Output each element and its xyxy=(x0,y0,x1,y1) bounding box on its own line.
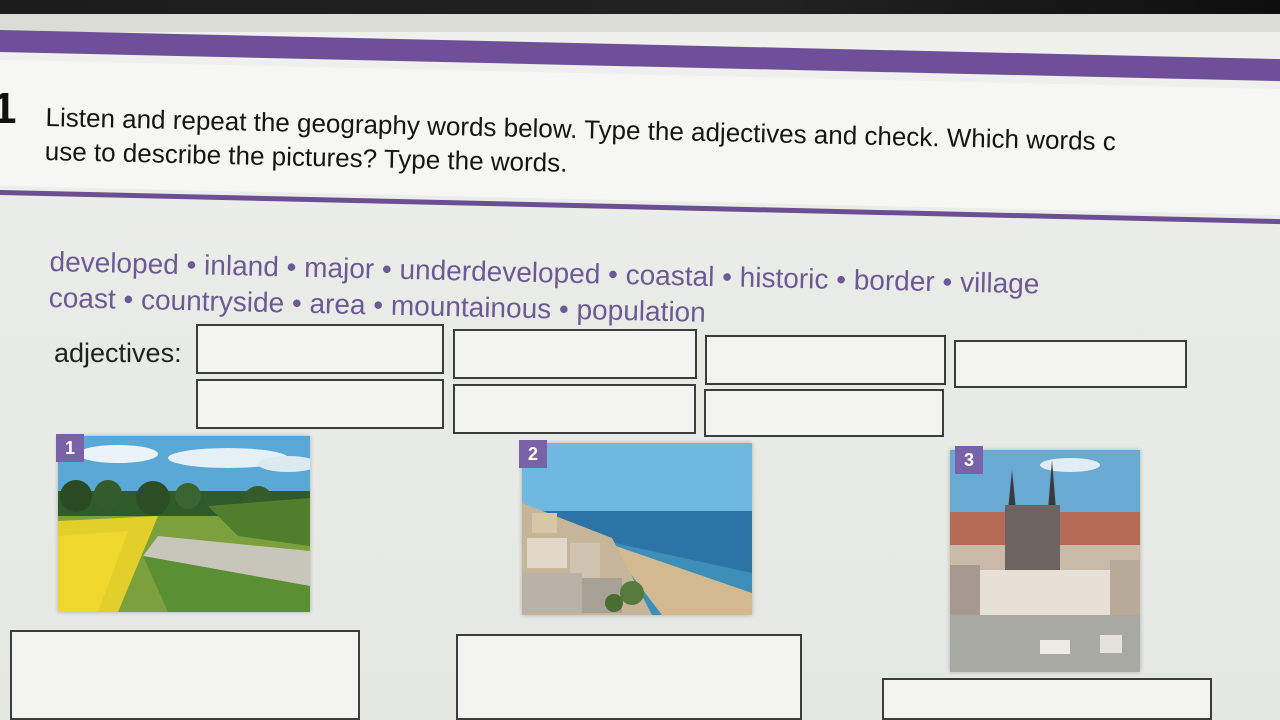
adjective-input-4[interactable] xyxy=(954,340,1187,388)
picture-3-answer-input[interactable] xyxy=(882,678,1212,720)
picture-1-answer-input[interactable] xyxy=(10,630,360,720)
picture-historic-city xyxy=(950,450,1140,672)
exercise-number: 1 xyxy=(0,84,17,133)
picture-badge-3: 3 xyxy=(955,446,983,474)
adjective-input-3[interactable] xyxy=(705,335,946,385)
picture-badge-1: 1 xyxy=(56,434,84,462)
picture-coastal-town xyxy=(522,443,752,615)
picture-countryside xyxy=(58,436,310,612)
top-strip xyxy=(0,14,1280,32)
picture-2-answer-input[interactable] xyxy=(456,634,802,720)
adjective-input-7[interactable] xyxy=(704,389,944,437)
adjective-input-2[interactable] xyxy=(453,329,697,379)
monitor-bezel xyxy=(0,0,1280,14)
adjective-input-6[interactable] xyxy=(453,384,696,434)
picture-badge-2: 2 xyxy=(519,440,547,468)
adjective-input-1[interactable] xyxy=(196,324,444,374)
adjective-input-5[interactable] xyxy=(196,379,444,429)
adjectives-label: adjectives: xyxy=(54,338,182,368)
